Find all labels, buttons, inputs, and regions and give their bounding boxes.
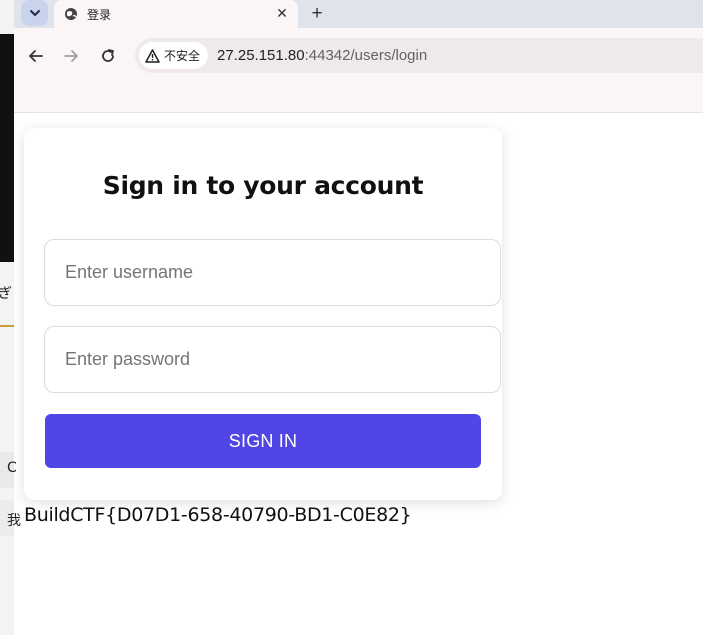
url-text[interactable]: 27.25.151.80:44342/users/login bbox=[217, 47, 427, 64]
arrow-left-icon bbox=[29, 50, 43, 62]
reload-icon bbox=[102, 49, 114, 62]
back-button[interactable] bbox=[25, 45, 47, 67]
browser-toolbar: 不安全 27.25.151.80:44342/users/login bbox=[14, 28, 703, 113]
new-tab-button[interactable]: + bbox=[308, 3, 326, 25]
url-host: 27.25.151.80 bbox=[217, 47, 305, 64]
security-label: 不安全 bbox=[164, 49, 201, 63]
arrow-right-icon bbox=[64, 50, 78, 62]
background-window-strip: ぎ C 我 bbox=[0, 0, 21, 635]
tab-strip: 登录 ✕ + bbox=[14, 0, 703, 28]
forward-button[interactable] bbox=[60, 45, 82, 67]
address-bar[interactable]: 不安全 27.25.151.80:44342/users/login bbox=[135, 38, 703, 73]
reload-button[interactable] bbox=[97, 45, 119, 67]
sign-in-button[interactable]: SIGN IN bbox=[45, 414, 481, 468]
page-title: Sign in to your account bbox=[102, 171, 424, 200]
globe-icon bbox=[64, 7, 78, 21]
password-input[interactable] bbox=[44, 326, 501, 393]
background-fragment-3: 我 bbox=[7, 513, 21, 529]
background-fragment-1: ぎ bbox=[0, 286, 12, 302]
tab-login[interactable]: 登录 ✕ bbox=[54, 0, 298, 28]
flag-text: BuildCTF{D07D1-658-40790-BD1-C0E82} bbox=[24, 504, 412, 526]
background-divider bbox=[0, 325, 14, 327]
screen: ぎ C 我 登录 ✕ + 不安全 27.25.151.80:44342/user… bbox=[0, 0, 703, 635]
username-input[interactable] bbox=[44, 239, 501, 306]
warning-icon bbox=[145, 48, 160, 63]
chevron-down-icon bbox=[29, 10, 40, 17]
url-path: :44342/users/login bbox=[304, 47, 428, 64]
background-fragment-2: C bbox=[7, 460, 17, 476]
close-icon[interactable]: ✕ bbox=[274, 5, 290, 22]
background-window-dark-panel bbox=[0, 34, 14, 262]
tab-title: 登录 bbox=[87, 7, 112, 22]
login-card: Sign in to your account SIGN IN bbox=[24, 128, 502, 500]
security-indicator[interactable]: 不安全 bbox=[139, 42, 209, 69]
tab-search-button[interactable] bbox=[21, 0, 48, 26]
